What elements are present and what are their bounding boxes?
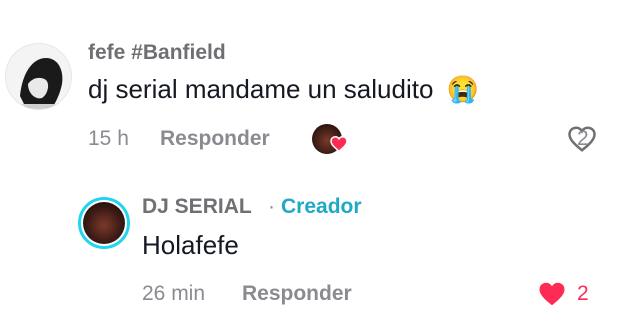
creator-badge: Creador xyxy=(281,195,362,218)
reply-username[interactable]: DJ SERIAL xyxy=(142,195,252,219)
reply-reply-button[interactable]: Responder xyxy=(242,282,352,306)
comment-text-body: dj serial mandame un saludito xyxy=(88,74,434,104)
avatar-illustration xyxy=(6,44,71,109)
heart-badge-icon xyxy=(330,136,348,152)
comment-reply-button[interactable]: Responder xyxy=(160,127,270,151)
comment-text: dj serial mandame un saludito 😭 xyxy=(88,74,479,105)
separator-dot: · xyxy=(268,195,275,218)
creator-avatar[interactable] xyxy=(78,197,130,249)
heart-filled-icon xyxy=(539,282,565,306)
commenter-avatar[interactable] xyxy=(5,43,72,110)
comment-username[interactable]: fefe #Banfield xyxy=(88,41,226,65)
reply-like-button[interactable] xyxy=(537,280,567,313)
reply-like-count: 2 xyxy=(577,282,589,305)
crying-emoji: 😭 xyxy=(446,74,480,104)
creator-liked-avatar xyxy=(312,124,348,154)
reply-timestamp: 26 min xyxy=(142,282,206,305)
reply-text: Holafefe xyxy=(142,230,239,260)
comment-like-count: 2 xyxy=(577,127,589,150)
comment-timestamp: 15 h xyxy=(88,127,129,150)
